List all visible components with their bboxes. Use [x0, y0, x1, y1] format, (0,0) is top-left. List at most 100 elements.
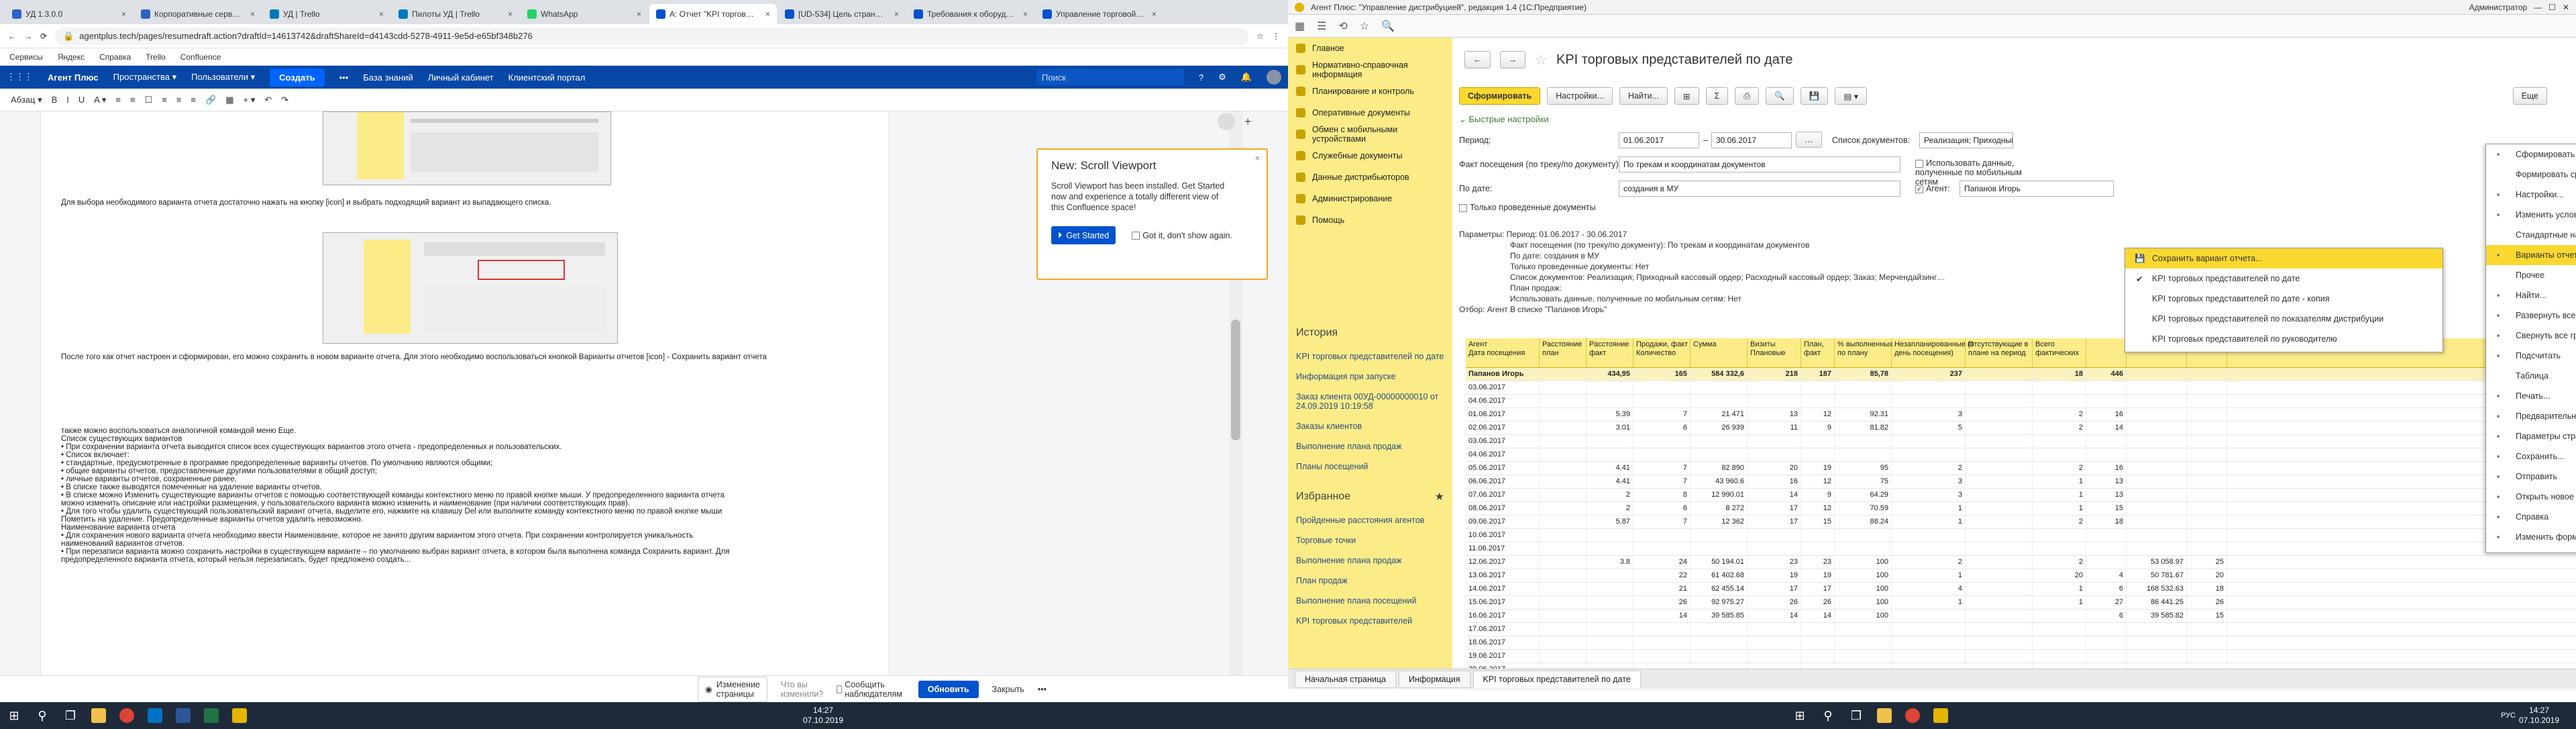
more-menu-item[interactable]: Формировать сразу	[2486, 164, 2576, 185]
agent-checkbox[interactable]: ✓ Агент:	[1915, 184, 1950, 193]
back-button[interactable]: ←	[1464, 51, 1491, 68]
browser-tab[interactable]: УД 1.3.0.0 ×	[5, 4, 133, 24]
grid-column-header[interactable]: Отсутствующие в плане на период	[1966, 338, 2033, 367]
menu-icon[interactable]: ☰	[1317, 19, 1326, 33]
toolbar-button[interactable]: ≡	[130, 95, 136, 105]
toolbar-button[interactable]: ↷	[281, 95, 288, 105]
more-menu-item[interactable]: ▪Сохранить...Ctrl+S	[2486, 446, 2576, 467]
task-view-icon-right[interactable]: ❐	[1842, 702, 1870, 729]
search-icon[interactable]: 🔍	[1381, 19, 1395, 33]
browser-tab[interactable]: Пилоты УД | Trello ×	[392, 4, 519, 24]
section-item[interactable]: Главное	[1288, 38, 1452, 59]
save-button[interactable]: 💾	[1800, 87, 1829, 105]
close-tab-icon[interactable]: ×	[508, 9, 513, 19]
open-window-tab[interactable]: Информация	[1398, 670, 1470, 688]
nav-item[interactable]: •••	[339, 72, 349, 83]
nav-item[interactable]: Личный кабинет	[428, 72, 494, 83]
close-tab-icon[interactable]: ×	[250, 9, 255, 19]
report-grid[interactable]: Агент Дата посещения Расстояние план Расст…	[1466, 338, 2576, 690]
only-posted-checkbox[interactable]: Только проведенные документы	[1459, 203, 1596, 212]
apps-icon[interactable]: ⋮⋮⋮	[7, 72, 33, 83]
close-tab-icon[interactable]: ×	[637, 9, 641, 19]
table-row[interactable]: 16.06.2017 14 39 585.85 14 14 100 6 39 585.82 15	[1466, 610, 2576, 623]
history-item[interactable]: Заказ клиента 00УД-00000000010 от 24.09.…	[1288, 387, 1452, 416]
more-menu-item[interactable]: ▪ Открыть новое окно	[2486, 487, 2576, 507]
maximize-icon[interactable]: ☐	[2548, 3, 2556, 12]
variants-button[interactable]: ▤ ▾	[1835, 87, 1867, 105]
chrome-icon[interactable]	[113, 702, 141, 729]
more-menu-item[interactable]: ▪ Изменить форму...	[2486, 527, 2576, 547]
grid-column-header[interactable]: План, факт	[1801, 338, 1835, 367]
grid-column-header[interactable]: Продажи, факт Количество	[1633, 338, 1690, 367]
table-row[interactable]: 02.06.2017 3.01 6 26 939 11 9 81.82 5 2 14	[1466, 422, 2576, 435]
favorite-item[interactable]: Пройденные расстояния агентов	[1288, 510, 1452, 530]
bookmark-item[interactable]: Confluence	[180, 52, 221, 62]
more-menu-item[interactable]: ▪СправкаF1	[2486, 507, 2576, 527]
fact-field[interactable]: По трекам и координатам документов	[1619, 156, 1900, 173]
table-row[interactable]: 11.06.2017	[1466, 542, 2576, 556]
dismiss-checkbox[interactable]: Got it, don't show again.	[1132, 231, 1232, 240]
table-row[interactable]: 03.06.2017	[1466, 435, 2576, 448]
grid-column-header[interactable]	[2086, 338, 2127, 367]
clock-right[interactable]: 14:27 07.10.2019	[2516, 706, 2563, 726]
more-menu-item[interactable]: ▪ Предварительный просмотр...	[2486, 406, 2576, 426]
forward-button[interactable]: →	[1499, 51, 1525, 68]
notifications-icon[interactable]: 🔔	[1241, 72, 1252, 83]
close-icon[interactable]: ×	[1255, 154, 1260, 163]
grid-column-header[interactable]: Сумма	[1690, 338, 1748, 367]
variant-menu-item[interactable]: KPI торговых представителей по руководит…	[2125, 329, 2443, 349]
close-tab-icon[interactable]: ×	[121, 9, 126, 19]
table-row[interactable]: 13.06.2017 22 61 402.68 19 19 100 1 20 4 50 781.6…	[1466, 569, 2576, 583]
grid-column-header[interactable]: % выполненных по плану	[1835, 338, 1893, 367]
table-row[interactable]: 14.06.2017 21 62 455.14 17 17 100 4 1 6 168 532.6…	[1466, 583, 2576, 596]
history-item[interactable]: Информация при запуске	[1288, 367, 1452, 387]
forward-icon[interactable]: →	[24, 32, 32, 41]
onec-icon-right[interactable]	[1927, 702, 1955, 729]
more-menu-item[interactable]: ▪ Изменить условия отбора...	[2486, 205, 2576, 225]
nav-item[interactable]: Создать	[270, 68, 325, 87]
favorite-item[interactable]: Выполнение плана посещений	[1288, 591, 1452, 611]
history-icon[interactable]: ⟲	[1338, 19, 1347, 33]
find-button[interactable]: Найти...	[1619, 87, 1668, 105]
logo[interactable]: Агент Плюс	[48, 72, 99, 83]
open-window-tab[interactable]: Начальная страница	[1295, 670, 1396, 688]
toolbar-button[interactable]: I	[66, 95, 69, 105]
more-menu-item[interactable]: ▪ Настройки...	[2486, 185, 2576, 205]
favorite-item[interactable]: Торговые точки	[1288, 530, 1452, 550]
table-row[interactable]: 12.06.2017 3.8 24 50 194.01 23 23 100 2 2 53 058.…	[1466, 556, 2576, 569]
table-row[interactable]: 18.06.2017	[1466, 636, 2576, 650]
browser-tab[interactable]: Требования к оборуд… ×	[907, 4, 1034, 24]
table-row[interactable]: 15.06.2017 26 92 975.27 26 26 100 1 1 27 86 441.2…	[1466, 596, 2576, 610]
nav-item[interactable]: Пользователи ▾	[191, 72, 255, 83]
close-button[interactable]: Закрыть	[992, 685, 1024, 694]
section-item[interactable]: Нормативно-справочная информация	[1288, 59, 1452, 81]
period-to-field[interactable]: 30.06.2017	[1711, 132, 1792, 148]
toolbar-button[interactable]: ≡	[176, 95, 182, 105]
close-tab-icon[interactable]: ×	[379, 9, 384, 19]
table-row[interactable]: 04.06.2017	[1466, 448, 2576, 462]
grid-column-header[interactable]: Агент Дата посещения	[1466, 338, 1540, 367]
period-select-button[interactable]: …	[1796, 132, 1822, 148]
table-row[interactable]: 03.06.2017	[1466, 381, 2576, 395]
add-icon[interactable]: +	[1244, 115, 1252, 129]
word-icon[interactable]	[169, 702, 197, 729]
nav-item[interactable]: Пространства ▾	[113, 72, 176, 83]
publish-button[interactable]: Обновить	[918, 680, 979, 698]
grid-column-header[interactable]: Визиты Плановые	[1748, 338, 1801, 367]
docs-field[interactable]: Реализация; Приходный…	[1919, 132, 2013, 148]
onec-icon[interactable]	[225, 702, 254, 729]
period-from-field[interactable]: 01.06.2017	[1619, 132, 1699, 148]
explorer-icon[interactable]	[85, 702, 113, 729]
bookmark-item[interactable]: Сервисы	[9, 52, 43, 62]
bookmark-item[interactable]: Яндекс	[58, 52, 85, 62]
print-button[interactable]: ⎙	[1735, 87, 1760, 105]
clock-left[interactable]: 14:27 07.10.2019	[800, 706, 847, 726]
close-tab-icon[interactable]: ×	[894, 9, 899, 19]
variant-menu-item[interactable]: KPI торговых представителей по дате - ко…	[2125, 289, 2443, 309]
date-field[interactable]: создания в МУ	[1619, 181, 1900, 197]
close-tab-icon[interactable]: ×	[1152, 9, 1157, 19]
close-window-icon[interactable]: ✕	[2563, 3, 2569, 12]
more-menu-item[interactable]: Таблица▸	[2486, 366, 2576, 386]
more-menu-item[interactable]: ▪Варианты отчета▸	[2486, 245, 2576, 265]
agent-field[interactable]: Папанов Игорь	[1960, 181, 2114, 197]
